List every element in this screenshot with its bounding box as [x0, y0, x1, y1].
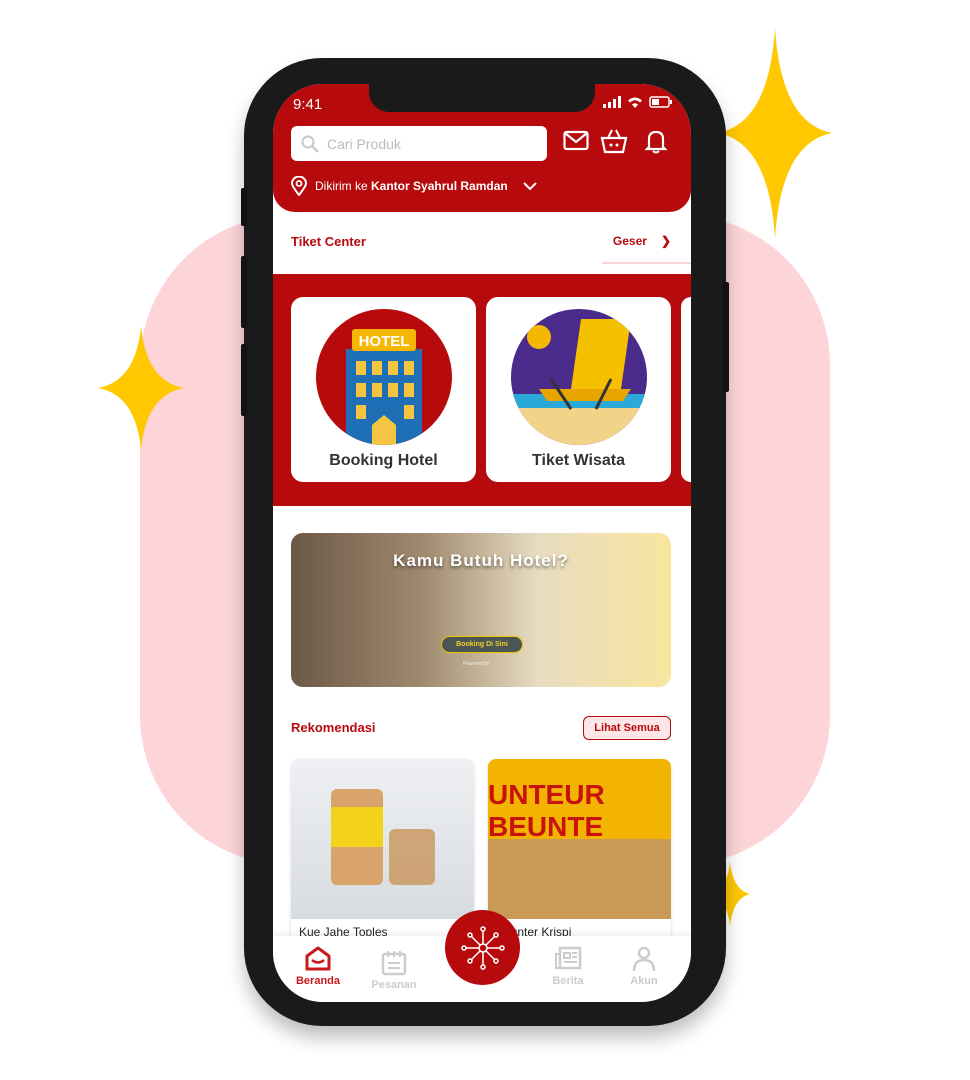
search-icon	[301, 134, 319, 153]
delivery-address-selector[interactable]: Dikirim ke Kantor Syahrul Ramdan	[291, 176, 538, 196]
bell-icon[interactable]	[645, 128, 667, 154]
scroll-button[interactable]: Geser ❯	[613, 234, 671, 248]
chevron-right-icon: ❯	[660, 234, 671, 248]
hotel-promo-banner[interactable]: Kamu Butuh Hotel? Booking Di Sini Powere…	[291, 533, 671, 687]
ticket-center-title: Tiket Center	[291, 234, 366, 249]
sparkle-icon	[98, 326, 184, 450]
battery-icon	[649, 96, 672, 108]
chevron-down-icon	[523, 182, 537, 191]
basket-icon[interactable]	[600, 128, 628, 154]
hotel-icon: HOTEL	[316, 309, 452, 445]
ticket-card-tiket-wisata[interactable]: Tiket Wisata	[486, 297, 671, 482]
ticket-card-partial[interactable]	[681, 297, 691, 482]
location-pin-icon	[291, 176, 307, 196]
nav-beranda[interactable]: Beranda	[288, 946, 348, 987]
signal-icon	[603, 96, 621, 108]
see-all-button[interactable]: Lihat Semua	[583, 716, 671, 740]
home-icon	[305, 946, 331, 971]
product-card[interactable]: UNTEUR BEUNTE Beunter Krispi	[488, 759, 671, 949]
svg-text:HOTEL: HOTEL	[359, 333, 410, 350]
product-card[interactable]: Kue Jahe Toples	[291, 759, 474, 949]
beach-chair-icon	[511, 309, 647, 445]
wifi-icon	[628, 97, 642, 108]
app-header: 9:41 Cari Produk Dikirim ke Kantor Syahr…	[273, 84, 691, 212]
nav-pesanan[interactable]: Pesanan	[364, 950, 424, 991]
product-image	[291, 759, 474, 919]
center-action-button[interactable]	[445, 910, 520, 985]
network-logo-icon	[460, 925, 505, 970]
product-image: UNTEUR BEUNTE	[488, 759, 671, 919]
calendar-icon	[381, 951, 407, 976]
ticket-card-booking-hotel[interactable]: HOTEL Booking Hotel	[291, 297, 476, 482]
newspaper-icon	[555, 946, 582, 970]
status-time: 9:41	[293, 96, 323, 113]
sparkle-icon	[718, 28, 832, 238]
search-input[interactable]: Cari Produk	[291, 126, 547, 161]
app-screen: 9:41 Cari Produk Dikirim ke Kantor Syahr…	[273, 84, 691, 1002]
nav-akun[interactable]: Akun	[614, 946, 674, 987]
user-icon	[632, 946, 656, 972]
mail-icon[interactable]	[563, 130, 589, 152]
recommendations-title: Rekomendasi	[291, 720, 376, 735]
booking-button[interactable]: Booking Di Sini	[441, 636, 523, 653]
delivery-address: Kantor Syahrul Ramdan	[371, 179, 508, 193]
nav-berita[interactable]: Berita	[538, 946, 598, 987]
notch	[369, 84, 595, 112]
